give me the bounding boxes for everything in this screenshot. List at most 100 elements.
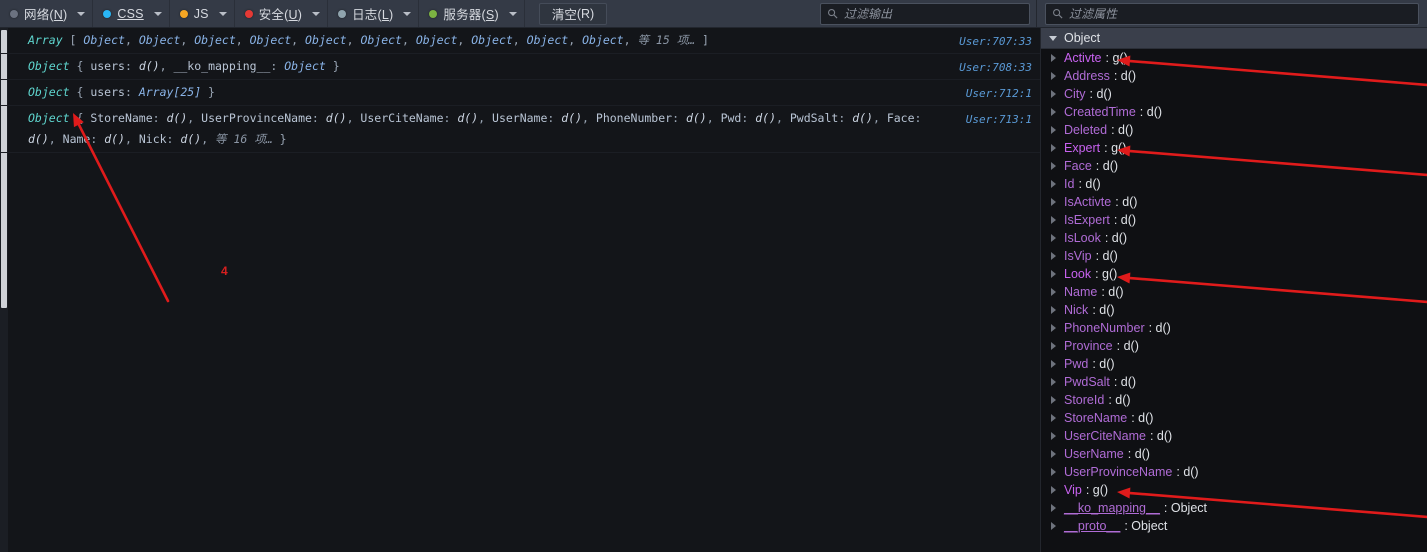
property-row[interactable]: PwdSalt: d() (1041, 373, 1427, 391)
chevron-right-icon[interactable] (1051, 450, 1056, 458)
toolbar-group-network[interactable]: 网络(N) (0, 0, 94, 27)
all-indicator (10, 9, 18, 18)
toolbar-item-css[interactable]: CSS (98, 3, 146, 24)
console-output-pane[interactable]: Array [ Object, Object, Object, Object, … (0, 28, 1040, 552)
property-row[interactable]: UserCiteName: d() (1041, 427, 1427, 445)
chevron-right-icon[interactable] (1051, 324, 1056, 332)
chevron-right-icon[interactable] (1051, 306, 1056, 314)
chevron-right-icon[interactable] (1051, 108, 1056, 116)
toolbar-item-server[interactable]: 服务器(S) (424, 3, 501, 24)
chevron-right-icon[interactable] (1051, 234, 1056, 242)
property-row[interactable]: UserName: d() (1041, 445, 1427, 463)
chevron-right-icon[interactable] (1051, 486, 1056, 494)
chevron-right-icon[interactable] (1051, 378, 1056, 386)
search-input-properties[interactable] (1069, 6, 1412, 21)
console-message-row[interactable]: Object { users: Array[25] } User:712:1 (0, 80, 1040, 106)
toolbar-item-network[interactable]: 网络(N) (5, 3, 70, 24)
property-name: StoreName (1064, 411, 1128, 425)
chevron-right-icon[interactable] (1051, 180, 1056, 188)
property-value: : d() (1089, 87, 1112, 101)
chevron-right-icon[interactable] (1051, 144, 1056, 152)
toolbar-group-css[interactable]: CSS (93, 0, 170, 27)
toolbar-item-js[interactable]: JS (175, 3, 212, 24)
clear-console-button[interactable]: 清空(R) (538, 2, 608, 25)
toolbar-group-security[interactable]: 安全(U) (235, 0, 329, 27)
console-source-link[interactable]: User:708:33 (959, 57, 1032, 78)
property-row[interactable]: Pwd: d() (1041, 355, 1427, 373)
search-input-output[interactable] (844, 6, 1023, 21)
property-row[interactable]: Province: d() (1041, 337, 1427, 355)
toolbar-group-log[interactable]: 日志(L) (328, 0, 420, 27)
property-row[interactable]: IsActivte: d() (1041, 193, 1427, 211)
chevron-down-icon[interactable] (77, 11, 86, 16)
chevron-right-icon[interactable] (1051, 216, 1056, 224)
console-source-link[interactable]: User:712:1 (966, 83, 1032, 104)
chevron-down-icon[interactable] (1049, 35, 1057, 41)
property-row[interactable]: IsExpert: d() (1041, 211, 1427, 229)
chevron-right-icon[interactable] (1051, 468, 1056, 476)
chevron-down-icon[interactable] (403, 11, 412, 16)
property-row[interactable]: Address: d() (1041, 67, 1427, 85)
property-row[interactable]: Activte: g() (1041, 49, 1427, 67)
chevron-right-icon[interactable] (1051, 432, 1056, 440)
property-row[interactable]: StoreId: d() (1041, 391, 1427, 409)
console-source-link[interactable]: User:707:33 (959, 31, 1032, 52)
chevron-right-icon[interactable] (1051, 288, 1056, 296)
property-value: : d() (1101, 285, 1124, 299)
chevron-right-icon[interactable] (1051, 162, 1056, 170)
property-row[interactable]: StoreName: d() (1041, 409, 1427, 427)
chevron-right-icon[interactable] (1051, 90, 1056, 98)
console-message-row[interactable]: Object { users: d(), __ko_mapping__: Obj… (0, 54, 1040, 80)
property-row[interactable]: Id: d() (1041, 175, 1427, 193)
console-message-row[interactable]: Object { StoreName: d(), UserProvinceNam… (0, 106, 1040, 153)
property-row[interactable]: CreatedTime: d() (1041, 103, 1427, 121)
property-name: Nick (1064, 303, 1089, 317)
console-source-link[interactable]: User:713:1 (966, 109, 1032, 130)
property-row[interactable]: IsVip: d() (1041, 247, 1427, 265)
property-row[interactable]: Face: d() (1041, 157, 1427, 175)
property-row[interactable]: Nick: d() (1041, 301, 1427, 319)
chevron-right-icon[interactable] (1051, 504, 1056, 512)
chevron-right-icon[interactable] (1051, 252, 1056, 260)
property-row[interactable]: IsLook: d() (1041, 229, 1427, 247)
property-row[interactable]: Vip: g() (1041, 481, 1427, 499)
property-value: : d() (1092, 357, 1115, 371)
chevron-right-icon[interactable] (1051, 54, 1056, 62)
toolbar-group-js[interactable]: JS (170, 0, 235, 27)
chevron-right-icon[interactable] (1051, 522, 1056, 530)
filter-properties-field[interactable] (1045, 2, 1419, 25)
property-value: : d() (1104, 231, 1128, 245)
toolbar-item-label: JS (193, 6, 209, 21)
filter-output-field[interactable] (820, 2, 1030, 25)
toolbar-item-log[interactable]: 日志(L) (333, 3, 396, 24)
chevron-right-icon[interactable] (1051, 270, 1056, 278)
toolbar-group-server[interactable]: 服务器(S) (419, 0, 525, 27)
chevron-right-icon[interactable] (1051, 342, 1056, 350)
chevron-down-icon[interactable] (153, 11, 162, 16)
property-root-header[interactable]: Object (1041, 28, 1427, 49)
toolbar-item-security[interactable]: 安全(U) (240, 3, 305, 24)
property-row[interactable]: Expert: g() (1041, 139, 1427, 157)
chevron-right-icon[interactable] (1051, 396, 1056, 404)
property-row[interactable]: Name: d() (1041, 283, 1427, 301)
property-name: __ko_mapping__ (1064, 501, 1160, 515)
chevron-right-icon[interactable] (1051, 72, 1056, 80)
chevron-down-icon[interactable] (312, 11, 321, 16)
chevron-right-icon[interactable] (1051, 198, 1056, 206)
property-row[interactable]: __proto__: Object (1041, 517, 1427, 535)
property-row[interactable]: __ko_mapping__: Object (1041, 499, 1427, 517)
property-row[interactable]: Look: g() (1041, 265, 1427, 283)
chevron-down-icon[interactable] (218, 11, 227, 16)
chevron-down-icon[interactable] (508, 11, 517, 16)
property-row[interactable]: Deleted: d() (1041, 121, 1427, 139)
chevron-right-icon[interactable] (1051, 126, 1056, 134)
chevron-right-icon[interactable] (1051, 414, 1056, 422)
console-message-row[interactable]: Array [ Object, Object, Object, Object, … (0, 28, 1040, 54)
property-inspector-pane[interactable]: Object Activte: g() Address: d() City: d()… (1040, 28, 1427, 552)
chevron-right-icon[interactable] (1051, 360, 1056, 368)
property-row[interactable]: PhoneNumber: d() (1041, 319, 1427, 337)
toolbar-filter-groups: 网络(N) CSS JS 安全(U) 日志(L) 服务器(S) 清空(R) (0, 0, 611, 27)
property-value: : Object (1163, 501, 1207, 515)
property-row[interactable]: City: d() (1041, 85, 1427, 103)
property-row[interactable]: UserProvinceName: d() (1041, 463, 1427, 481)
